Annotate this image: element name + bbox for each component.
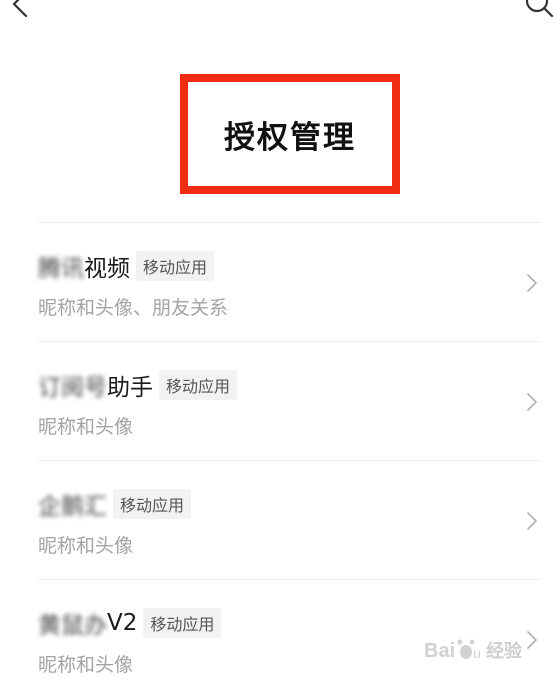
app-type-badge: 移动应用 bbox=[113, 489, 192, 519]
baidu-jingyan-watermark: Bai u 经验 bbox=[424, 636, 522, 664]
svg-text:u: u bbox=[473, 645, 481, 661]
app-type-badge: 移动应用 bbox=[159, 370, 238, 400]
app-name-row: 订阅号 助手 移动应用 bbox=[38, 370, 238, 401]
app-name: V2 bbox=[107, 610, 138, 636]
chevron-right-icon bbox=[527, 631, 537, 649]
app-name: 助手 bbox=[107, 375, 153, 401]
app-name-blurred: 黄鼠办 bbox=[38, 613, 107, 639]
permission-summary: 昵称和头像 bbox=[38, 654, 134, 676]
app-type-badge: 移动应用 bbox=[143, 608, 222, 638]
back-arrow-icon[interactable] bbox=[6, 0, 34, 18]
svg-text:Bai: Bai bbox=[424, 640, 455, 662]
chevron-right-icon bbox=[527, 393, 537, 411]
list-item[interactable]: 企鹅汇 移动应用 昵称和头像 bbox=[38, 460, 540, 579]
list-item[interactable]: 订阅号 助手 移动应用 昵称和头像 bbox=[38, 341, 540, 460]
app-name: 视频 bbox=[84, 256, 130, 282]
permission-summary: 昵称和头像 bbox=[38, 416, 134, 438]
list-item[interactable]: 腾讯 视频 移动应用 昵称和头像、朋友关系 bbox=[38, 222, 540, 341]
app-name-row: 黄鼠办 V2 移动应用 bbox=[38, 608, 222, 639]
permission-summary: 昵称和头像 bbox=[38, 535, 134, 557]
app-name-blurred: 企鹅汇 bbox=[38, 494, 107, 520]
authorization-management-page: 授权管理 腾讯 视频 移动应用 昵称和头像、朋友关系 订阅号 助手 移动应用 昵… bbox=[0, 0, 556, 695]
watermark-text: 经验 bbox=[486, 641, 522, 662]
search-icon[interactable] bbox=[524, 0, 554, 18]
app-name-blurred: 订阅号 bbox=[38, 375, 107, 401]
permission-summary: 昵称和头像、朋友关系 bbox=[38, 297, 229, 319]
baidu-paw-logo-icon: Bai u bbox=[424, 639, 481, 662]
title-highlight-box: 授权管理 bbox=[180, 74, 400, 194]
chevron-right-icon bbox=[527, 274, 537, 292]
app-name-row: 企鹅汇 移动应用 bbox=[38, 489, 192, 520]
page-title: 授权管理 bbox=[224, 119, 356, 156]
chevron-right-icon bbox=[527, 512, 537, 530]
app-name-row: 腾讯 视频 移动应用 bbox=[38, 251, 215, 282]
authorized-app-list: 腾讯 视频 移动应用 昵称和头像、朋友关系 订阅号 助手 移动应用 昵称和头像 … bbox=[38, 222, 540, 695]
app-type-badge: 移动应用 bbox=[136, 251, 215, 281]
app-name-blurred: 腾讯 bbox=[38, 256, 84, 282]
